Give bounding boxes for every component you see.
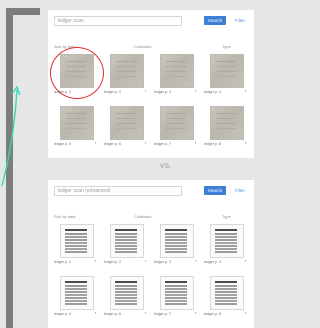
- search-input[interactable]: ledger scan (enhanced): [54, 186, 182, 196]
- tile-caption: ledger p. 3: [154, 90, 171, 94]
- scan-thumbnail[interactable]: [160, 54, 194, 88]
- pdf-icon: ▪: [195, 310, 197, 315]
- tile-caption: ledger p. 7: [154, 142, 171, 146]
- document-thumbnail[interactable]: [110, 224, 144, 258]
- tile-caption: ledger p. 1: [54, 260, 71, 264]
- tile-caption: ledger p. 5: [54, 142, 71, 146]
- tile-caption: ledger p. 4: [204, 260, 221, 264]
- tile-caption: ledger p. 6: [104, 312, 121, 316]
- vs-label: VS.: [160, 163, 172, 170]
- tile-caption: ledger p. 2: [104, 90, 121, 94]
- header-type[interactable]: Type: [222, 44, 231, 49]
- pdf-icon: ▪: [245, 88, 247, 93]
- toolbar: ledger scan (enhanced) Search Filter: [54, 186, 248, 196]
- pdf-icon: ▪: [145, 258, 147, 263]
- pdf-icon: ▪: [145, 310, 147, 315]
- tile-caption: ledger p. 8: [204, 312, 221, 316]
- pdf-icon: ▪: [245, 140, 247, 145]
- pdf-icon: ▪: [95, 140, 97, 145]
- pdf-icon: ▪: [95, 310, 97, 315]
- scan-thumbnail[interactable]: [160, 106, 194, 140]
- curved-arrow-icon: [1, 85, 21, 187]
- column-headers: Sort by date Collection Type: [54, 214, 248, 220]
- search-query: ledger scan: [58, 18, 84, 24]
- scan-thumbnail[interactable]: [60, 106, 94, 140]
- pdf-icon: ▪: [95, 258, 97, 263]
- pdf-icon: ▪: [195, 88, 197, 93]
- highlight-circle: [50, 47, 104, 99]
- frame-bar-top: [6, 8, 40, 15]
- document-thumbnail[interactable]: [210, 276, 244, 310]
- tile-caption: ledger p. 3: [154, 260, 171, 264]
- pdf-icon: ▪: [145, 88, 147, 93]
- filter-button[interactable]: Filter: [232, 16, 248, 25]
- results-panel-enhanced: ledger scan (enhanced) Search Filter Sor…: [48, 180, 254, 328]
- tile-caption: ledger p. 2: [104, 260, 121, 264]
- document-thumbnail[interactable]: [60, 276, 94, 310]
- tile-caption: ledger p. 6: [104, 142, 121, 146]
- pdf-icon: ▪: [195, 140, 197, 145]
- tile-caption: ledger p. 5: [54, 312, 71, 316]
- search-query: ledger scan (enhanced): [58, 188, 111, 194]
- document-thumbnail[interactable]: [210, 224, 244, 258]
- pdf-icon: ▪: [245, 310, 247, 315]
- pdf-icon: ▪: [195, 258, 197, 263]
- search-button[interactable]: Search: [204, 16, 226, 25]
- filter-button[interactable]: Filter: [232, 186, 248, 195]
- header-type[interactable]: Type: [222, 214, 231, 219]
- scan-thumbnail[interactable]: [110, 106, 144, 140]
- document-thumbnail[interactable]: [160, 224, 194, 258]
- search-button[interactable]: Search: [204, 186, 226, 195]
- pdf-icon: ▪: [245, 258, 247, 263]
- scan-thumbnail[interactable]: [210, 54, 244, 88]
- toolbar: ledger scan Search Filter: [54, 16, 248, 26]
- document-thumbnail[interactable]: [160, 276, 194, 310]
- tile-caption: ledger p. 4: [204, 90, 221, 94]
- tile-caption: ledger p. 7: [154, 312, 171, 316]
- search-input[interactable]: ledger scan: [54, 16, 182, 26]
- pdf-icon: ▪: [145, 140, 147, 145]
- document-thumbnail[interactable]: [60, 224, 94, 258]
- scan-thumbnail[interactable]: [210, 106, 244, 140]
- document-thumbnail[interactable]: [110, 276, 144, 310]
- header-collection[interactable]: Collection: [134, 44, 152, 49]
- header-sort[interactable]: Sort by date: [54, 214, 76, 219]
- header-collection[interactable]: Collection: [134, 214, 152, 219]
- tile-caption: ledger p. 8: [204, 142, 221, 146]
- results-panel-original: ledger scan Search Filter Sort by date C…: [48, 10, 254, 158]
- scan-thumbnail[interactable]: [110, 54, 144, 88]
